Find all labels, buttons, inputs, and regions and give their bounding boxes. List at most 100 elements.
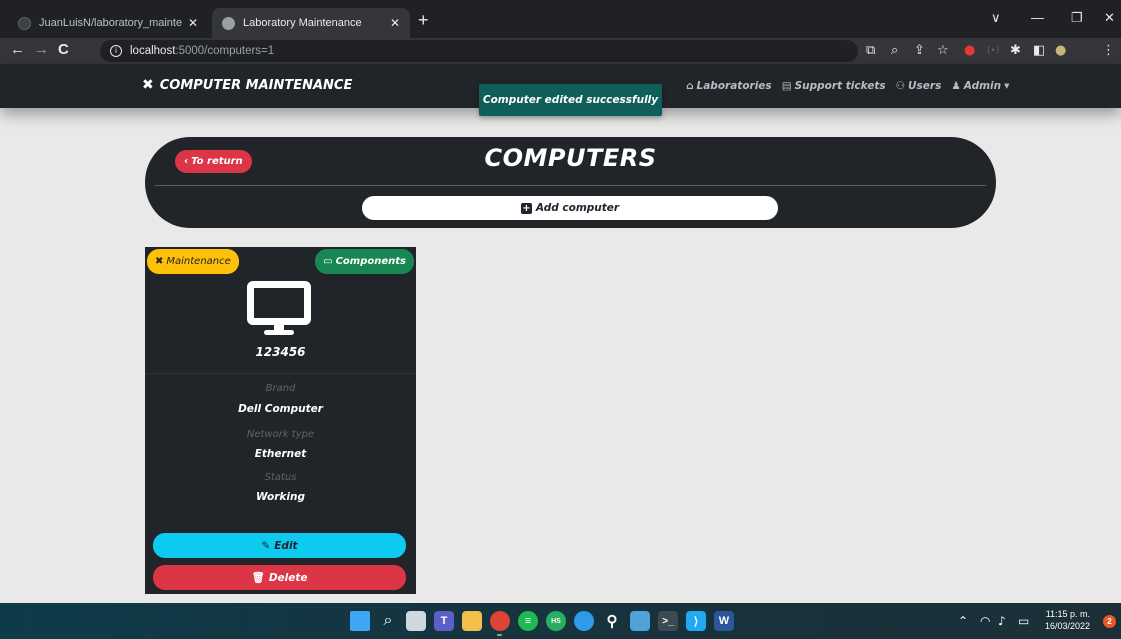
components-button[interactable]: ▭ Components bbox=[315, 249, 414, 274]
nav-admin-dropdown[interactable]: ♟ Admin ▾ bbox=[951, 80, 1012, 92]
task-view-icon[interactable] bbox=[406, 611, 426, 631]
sidepanel-icon[interactable]: ◧ bbox=[1033, 43, 1045, 58]
tab-search-icon[interactable]: ∨ bbox=[991, 10, 1001, 26]
tab-laboratory-maintenance[interactable]: Laboratory Maintenance ✕ bbox=[212, 8, 410, 38]
nav-label: Users bbox=[908, 80, 942, 92]
address-bar-row: ← → C i localhost:5000/computers=1 ⧉ ⌕ ⇪… bbox=[0, 38, 1121, 64]
extension-icon[interactable]: (•) bbox=[987, 46, 999, 56]
minimize-button[interactable]: — bbox=[1031, 10, 1044, 25]
brand-label: Brand bbox=[265, 383, 296, 394]
new-tab-button[interactable]: + bbox=[418, 10, 429, 31]
date: 16/03/2022 bbox=[1045, 621, 1091, 631]
computers-header: ‹ To return COMPUTERS + Add computer bbox=[145, 137, 996, 228]
nav-support-tickets[interactable]: ▤ Support tickets bbox=[782, 80, 886, 92]
brand-title: COMPUTER MAINTENANCE bbox=[159, 77, 353, 93]
start-icon[interactable] bbox=[350, 611, 370, 631]
nav-laboratories[interactable]: ⌂ Laboratories bbox=[686, 80, 772, 92]
maintenance-button[interactable]: ✖ Maintenance bbox=[147, 249, 239, 274]
url-host: localhost bbox=[130, 45, 176, 57]
components-label: Components bbox=[335, 256, 406, 267]
brand-value: Dell Computer bbox=[238, 403, 323, 415]
tools-icon: ✖ bbox=[142, 77, 154, 93]
battery-icon[interactable]: ▭ bbox=[1018, 614, 1029, 628]
hs-app-icon[interactable]: HS bbox=[546, 611, 566, 631]
photos-icon[interactable] bbox=[630, 611, 650, 631]
desktop-icon bbox=[247, 281, 311, 337]
close-window-button[interactable]: ✕ bbox=[1104, 10, 1115, 26]
notification-badge[interactable]: 2 bbox=[1103, 615, 1116, 628]
info-icon[interactable]: i bbox=[110, 45, 122, 57]
memory-icon: ▭ bbox=[323, 256, 333, 267]
chrome-icon[interactable] bbox=[490, 611, 510, 631]
restore-button[interactable]: ❐ bbox=[1071, 10, 1083, 26]
status-value: Working bbox=[256, 491, 305, 503]
tab-title: JuanLuisN/laboratory_maintenan bbox=[39, 17, 182, 29]
clock[interactable]: 11:15 p. m. 16/03/2022 bbox=[1045, 608, 1090, 632]
success-toast: Computer edited successfully bbox=[479, 84, 662, 116]
close-icon[interactable]: ✕ bbox=[390, 16, 400, 30]
teams-icon[interactable]: T bbox=[434, 611, 454, 631]
puzzle-icon[interactable]: ✱ bbox=[1010, 43, 1021, 58]
edge-icon[interactable] bbox=[574, 611, 594, 631]
tab-title: Laboratory Maintenance bbox=[243, 17, 362, 29]
forward-button[interactable]: → bbox=[34, 41, 49, 58]
url-bar[interactable]: i localhost:5000/computers=1 bbox=[100, 40, 858, 62]
terminal-icon[interactable]: >_ bbox=[658, 611, 678, 631]
nav-label: Admin bbox=[963, 80, 1002, 92]
word-icon[interactable]: W bbox=[714, 611, 734, 631]
divider bbox=[145, 373, 416, 374]
page-title: COMPUTERS bbox=[484, 144, 657, 172]
browser-tab-strip: JuanLuisN/laboratory_maintenan ✕ Laborat… bbox=[0, 0, 1121, 38]
search-icon[interactable]: ⌕ bbox=[378, 611, 398, 631]
back-button[interactable]: ← bbox=[10, 41, 25, 58]
zoom-icon[interactable]: ⌕ bbox=[891, 43, 898, 58]
nav-users[interactable]: ⚇ Users bbox=[896, 80, 942, 92]
trash-icon: 🗑 bbox=[251, 572, 265, 584]
add-computer-button[interactable]: + Add computer bbox=[362, 196, 778, 220]
github-icon bbox=[18, 16, 31, 30]
divider bbox=[155, 185, 986, 186]
nav-label: Support tickets bbox=[794, 80, 886, 92]
active-indicator bbox=[497, 634, 502, 636]
reload-button[interactable]: C bbox=[58, 41, 69, 58]
translate-icon[interactable]: ⧉ bbox=[866, 43, 875, 58]
wifi-icon[interactable]: ◠ bbox=[980, 614, 990, 628]
edit-icon: ✎ bbox=[261, 539, 271, 552]
brand[interactable]: ✖ COMPUTER MAINTENANCE bbox=[142, 77, 352, 93]
menu-icon[interactable]: ⋮ bbox=[1102, 43, 1115, 58]
bookmark-star-icon[interactable]: ☆ bbox=[937, 43, 949, 58]
globe-icon bbox=[222, 16, 235, 30]
volume-icon[interactable]: ♪ bbox=[998, 614, 1006, 628]
chevron-up-icon[interactable]: ⌃ bbox=[958, 614, 968, 628]
computer-id: 123456 bbox=[255, 345, 306, 359]
windows-taskbar: ⌕ T ≡ HS ⚲ >_ ⟩ W ⌃ ◠ ♪ ▭ 11:15 p. m. 16… bbox=[0, 603, 1121, 639]
file-explorer-icon[interactable] bbox=[462, 611, 482, 631]
users-icon: ⚇ bbox=[895, 80, 906, 92]
close-icon[interactable]: ✕ bbox=[188, 16, 198, 30]
network-type-label: Network type bbox=[246, 429, 315, 440]
profile-avatar[interactable]: ● bbox=[1055, 43, 1066, 58]
extension-shield-icon[interactable]: ● bbox=[964, 43, 975, 58]
nav-label: Laboratories bbox=[696, 80, 772, 92]
github-desktop-icon[interactable]: ⚲ bbox=[602, 611, 622, 631]
vscode-icon[interactable]: ⟩ bbox=[686, 611, 706, 631]
user-icon: ♟ bbox=[951, 80, 961, 92]
add-computer-label: Add computer bbox=[535, 202, 620, 214]
delete-label: Delete bbox=[268, 571, 308, 584]
computer-card: ✖ Maintenance ▭ Components 123456 Brand … bbox=[145, 247, 416, 594]
ticket-icon: ▤ bbox=[781, 80, 792, 92]
network-type-value: Ethernet bbox=[254, 448, 307, 460]
caret-down-icon: ▾ bbox=[1004, 80, 1010, 92]
edit-button[interactable]: ✎ Edit bbox=[153, 533, 406, 558]
building-icon: ⌂ bbox=[686, 80, 694, 92]
time: 11:15 p. m. bbox=[1045, 609, 1091, 619]
tools-icon: ✖ bbox=[155, 256, 164, 267]
plus-square-icon: + bbox=[520, 202, 532, 214]
maintenance-label: Maintenance bbox=[166, 256, 231, 267]
spotify-icon[interactable]: ≡ bbox=[518, 611, 538, 631]
share-icon[interactable]: ⇪ bbox=[914, 43, 925, 58]
delete-button[interactable]: 🗑 Delete bbox=[153, 565, 406, 590]
nav-links: ⌂ Laboratories ▤ Support tickets ⚇ Users ♟ A… bbox=[686, 80, 1012, 92]
tab-github[interactable]: JuanLuisN/laboratory_maintenan ✕ bbox=[8, 8, 208, 38]
url-path: :5000/computers=1 bbox=[175, 45, 275, 57]
